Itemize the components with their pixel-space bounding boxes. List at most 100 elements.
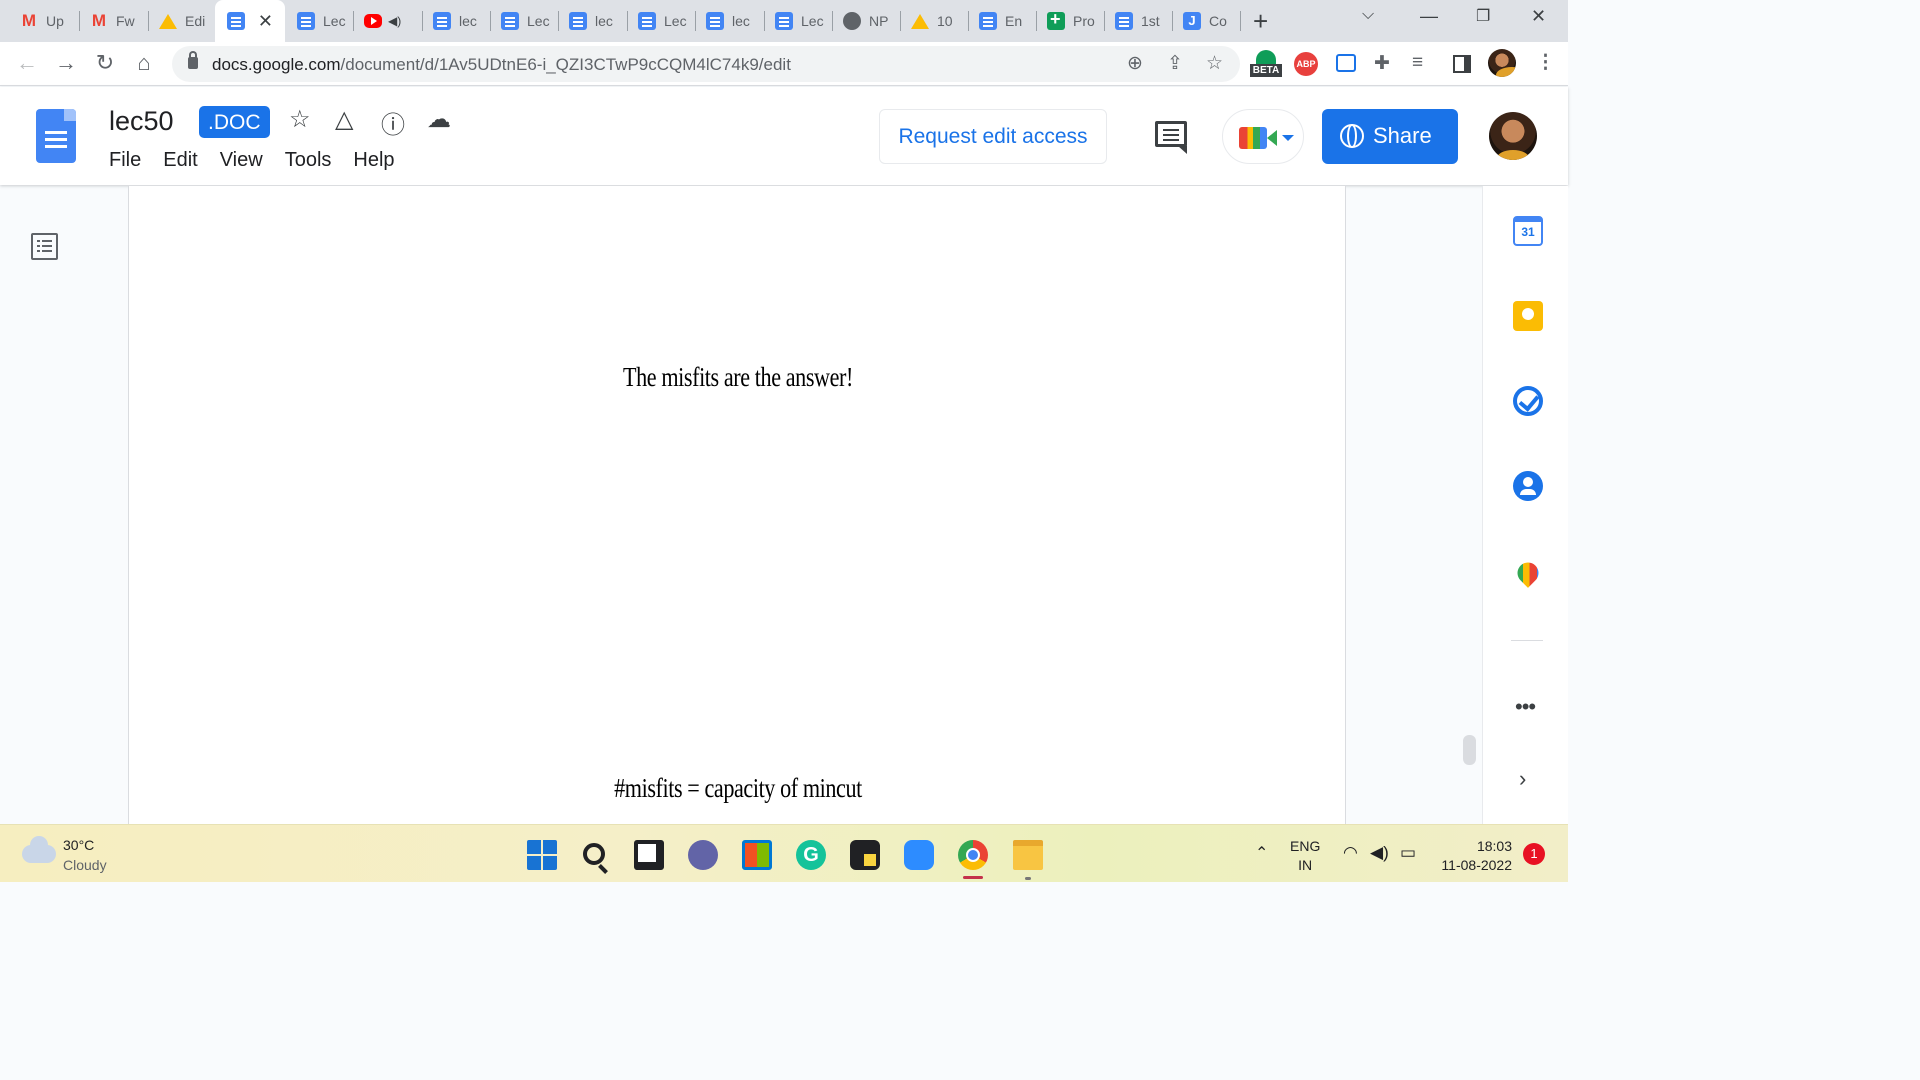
chrome-icon[interactable] xyxy=(958,840,988,870)
menu-file[interactable]: File xyxy=(109,149,141,172)
browser-tab[interactable]: lec xyxy=(557,0,625,42)
search-icon[interactable] xyxy=(583,843,605,865)
zoom-icon[interactable]: ⊕ xyxy=(1127,52,1143,75)
browser-tab[interactable]: 1st xyxy=(1103,0,1171,42)
tab-label: Fw xyxy=(116,13,135,29)
contacts-icon[interactable] xyxy=(1513,471,1543,501)
language-indicator[interactable]: ENG IN xyxy=(1290,837,1320,875)
browser-tab[interactable]: lec xyxy=(421,0,489,42)
info-icon[interactable]: ⓘ xyxy=(381,105,405,140)
adblock-icon[interactable]: ABP xyxy=(1294,52,1318,76)
battery-icon[interactable]: ▭ xyxy=(1400,843,1416,863)
share-page-icon[interactable]: ⇪ xyxy=(1167,52,1183,75)
browser-tab[interactable]: Lec xyxy=(285,0,353,42)
share-button[interactable]: Share xyxy=(1322,109,1458,164)
profile-avatar[interactable] xyxy=(1488,49,1516,77)
tab-label: Lec xyxy=(801,13,824,29)
window-close-icon[interactable]: ✕ xyxy=(1531,6,1546,27)
teams-chat-icon[interactable] xyxy=(688,840,718,870)
menu-edit[interactable]: Edit xyxy=(163,149,197,172)
tasks-icon[interactable] xyxy=(1513,386,1543,416)
star-icon[interactable]: ☆ xyxy=(289,105,311,134)
document-page[interactable]: The misfits are the answer! #misfits = c… xyxy=(128,186,1346,824)
screencast-icon[interactable] xyxy=(1336,54,1356,72)
vertical-scrollbar[interactable] xyxy=(1463,735,1476,765)
date: 11-08-2022 xyxy=(1441,857,1512,873)
docs-icon xyxy=(638,12,656,30)
sticky-notes-icon[interactable] xyxy=(850,840,880,870)
home-icon[interactable]: ⌂ xyxy=(130,50,158,76)
menu-view[interactable]: View xyxy=(220,149,263,172)
file-explorer-icon[interactable] xyxy=(1013,840,1043,870)
grammarly-icon[interactable]: G xyxy=(796,840,826,870)
browser-tab[interactable]: lec xyxy=(694,0,762,42)
tab-label: lec xyxy=(459,13,477,29)
new-tab-button[interactable]: + xyxy=(1253,6,1268,37)
beta-extension-icon[interactable]: BETA xyxy=(1250,50,1284,80)
address-bar[interactable]: docs.google.com/document/d/1Av5UDtnE6-i_… xyxy=(172,46,1240,82)
keep-icon[interactable] xyxy=(1513,301,1543,331)
docs-icon xyxy=(433,12,451,30)
forward-icon[interactable]: → xyxy=(52,50,80,76)
cloud-icon[interactable] xyxy=(22,836,56,863)
back-icon[interactable]: ← xyxy=(13,50,41,76)
docs-icon xyxy=(706,12,724,30)
side-panel-icon[interactable] xyxy=(1453,55,1471,73)
browser-tab[interactable]: Lec xyxy=(626,0,694,42)
clock[interactable]: 18:03 11-08-2022 xyxy=(1432,837,1512,875)
temperature[interactable]: 30°C xyxy=(63,837,94,853)
file-type-badge: .DOC xyxy=(199,106,270,138)
close-tab-icon[interactable]: ✕ xyxy=(258,11,273,31)
notification-badge[interactable]: 1 xyxy=(1523,843,1545,865)
browser-tab[interactable]: Edi xyxy=(147,0,215,42)
media-control-icon[interactable]: ≡ xyxy=(1412,52,1423,74)
expand-panel-icon[interactable]: › xyxy=(1519,766,1526,792)
cloud-saved-icon[interactable]: ☁ xyxy=(427,105,451,134)
zoom-app-icon[interactable] xyxy=(904,840,934,870)
tab-label: Pro xyxy=(1073,13,1095,29)
url-host: docs.google.com xyxy=(212,55,341,74)
move-to-drive-icon[interactable]: △ xyxy=(335,105,353,134)
drive-icon xyxy=(911,13,929,29)
request-edit-access-button[interactable]: Request edit access xyxy=(879,109,1107,164)
menu-kebab-icon[interactable]: ⋮ xyxy=(1536,51,1555,74)
browser-tab[interactable]: M Fw xyxy=(78,0,148,42)
extensions-puzzle-icon[interactable]: ✚ xyxy=(1374,52,1390,75)
gmail-icon: M xyxy=(91,11,107,30)
more-addons-icon[interactable]: ••• xyxy=(1515,694,1536,720)
task-view-icon[interactable] xyxy=(634,840,664,870)
meet-button[interactable] xyxy=(1222,109,1304,164)
menu-tools[interactable]: Tools xyxy=(285,149,332,172)
store-icon[interactable] xyxy=(742,840,772,870)
browser-tab[interactable]: 10 xyxy=(899,0,967,42)
browser-tab[interactable]: ◀) xyxy=(352,0,422,42)
browser-tab-active[interactable]: ✕ xyxy=(215,0,285,42)
docs-logo-icon[interactable] xyxy=(36,109,76,163)
browser-tab[interactable]: Lec xyxy=(763,0,831,42)
account-avatar[interactable] xyxy=(1489,112,1537,160)
windows-taskbar: 30°C Cloudy G ⌃ ENG IN ◠ ◀) ▭ 18:03 11-0… xyxy=(0,824,1568,882)
weather-condition[interactable]: Cloudy xyxy=(63,857,107,873)
minimize-icon[interactable]: — xyxy=(1420,6,1438,27)
restore-icon[interactable]: ❐ xyxy=(1476,6,1490,26)
wifi-icon[interactable]: ◠ xyxy=(1343,843,1358,863)
volume-icon[interactable]: ◀) xyxy=(1370,843,1389,863)
show-hidden-icons-icon[interactable]: ⌃ xyxy=(1255,843,1268,863)
maps-icon[interactable] xyxy=(1513,558,1543,588)
tab-search-icon[interactable]: ⌵ xyxy=(1362,6,1374,24)
bookmark-star-icon[interactable]: ☆ xyxy=(1206,52,1223,75)
comment-history-icon[interactable] xyxy=(1155,121,1187,154)
calendar-icon[interactable]: 31 xyxy=(1513,216,1543,246)
document-title[interactable]: lec50 xyxy=(109,106,174,137)
browser-tab[interactable]: En xyxy=(967,0,1035,42)
browser-tab[interactable]: M Up xyxy=(8,0,78,42)
browser-tab[interactable]: Lec xyxy=(489,0,557,42)
speaker-icon[interactable]: ◀) xyxy=(388,14,401,28)
reload-icon[interactable]: ↻ xyxy=(91,50,119,76)
browser-tab[interactable]: Pro xyxy=(1035,0,1103,42)
browser-tab[interactable]: J Co xyxy=(1171,0,1239,42)
start-menu-icon[interactable] xyxy=(527,840,557,870)
menu-help[interactable]: Help xyxy=(353,149,394,172)
browser-tab[interactable]: NP xyxy=(831,0,899,42)
document-outline-icon[interactable] xyxy=(31,233,58,260)
